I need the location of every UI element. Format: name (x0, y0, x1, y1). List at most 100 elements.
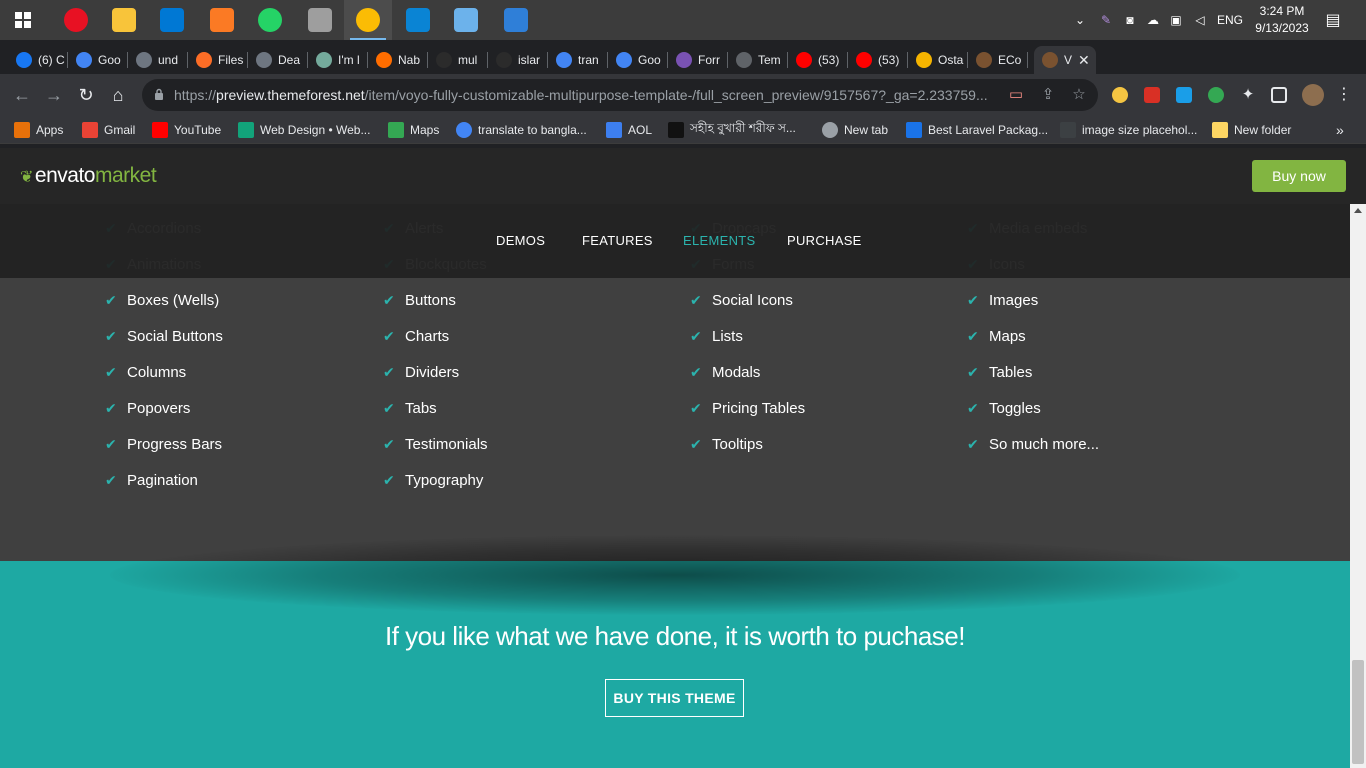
clock[interactable]: 3:24 PM 9/13/2023 (1250, 3, 1314, 37)
menu-dots-icon[interactable]: ⋮ (1336, 87, 1352, 103)
more-bookmarks-icon[interactable]: » (1336, 122, 1344, 138)
bookmark-item[interactable]: Web Design • Web... (238, 122, 370, 138)
language-indicator[interactable]: ENG (1214, 0, 1246, 40)
browser-tab[interactable]: Forr (668, 46, 728, 74)
bookmark-star-icon[interactable]: ☆ (1071, 87, 1087, 103)
nav-demos[interactable]: DEMOS (496, 233, 545, 248)
back-button[interactable]: ← (10, 83, 34, 107)
browser-tab[interactable]: I'm l (308, 46, 368, 74)
browser-tab[interactable]: ECo (968, 46, 1028, 74)
home-button[interactable]: ⌂ (106, 83, 130, 107)
chevron-up-icon[interactable]: ⌄ (1070, 0, 1090, 40)
youtube-icon (152, 122, 168, 138)
bookmark-item[interactable]: Best Laravel Packag... (906, 122, 1048, 138)
browser-tab[interactable]: (53) (848, 46, 908, 74)
browser-tab[interactable]: Osta (908, 46, 968, 74)
browser-tab[interactable]: tran (548, 46, 608, 74)
close-tab-icon[interactable]: ✕ (1078, 52, 1090, 69)
taskbar-app-store[interactable] (148, 0, 196, 40)
bookmark-item[interactable]: image size placehol... (1060, 122, 1197, 138)
nav-purchase[interactable]: PURCHASE (787, 233, 862, 248)
folder-icon (1212, 122, 1228, 138)
cloud-icon[interactable]: ☁ (1143, 0, 1163, 40)
element-list-item: ✔ So much more... (967, 434, 1099, 454)
start-button[interactable] (0, 0, 46, 40)
dark-icon (496, 52, 512, 68)
browser-tab[interactable]: Nab (368, 46, 428, 74)
extension-icon[interactable] (1144, 87, 1160, 103)
buy-this-theme-button[interactable]: BUY THIS THEME (605, 679, 744, 717)
bookmark-item[interactable]: New tab (822, 122, 888, 138)
element-list-item: ✔ Toggles (967, 398, 1041, 418)
bookmark-item[interactable]: Gmail (82, 122, 135, 138)
browser-tab[interactable]: V ✕ (1034, 46, 1096, 74)
element-label: Maps (989, 327, 1026, 345)
element-label: Testimonials (405, 435, 488, 453)
bookmark-item[interactable]: translate to bangla... (456, 122, 587, 138)
bookmark-item[interactable]: New folder (1212, 122, 1291, 138)
taskbar-app-photos[interactable] (492, 0, 540, 40)
browser-tab[interactable]: Tem (728, 46, 788, 74)
bootstrap-icon (676, 52, 692, 68)
extension-icon[interactable] (1112, 87, 1128, 103)
extension-icon[interactable] (1176, 87, 1192, 103)
browser-tab[interactable]: mul (428, 46, 488, 74)
envato-market-logo[interactable]: ❦envatomarket (20, 164, 157, 188)
bookmark-item[interactable]: Apps (14, 122, 63, 138)
browser-tab[interactable]: (53) (788, 46, 848, 74)
taskbar-app-printer[interactable] (296, 0, 344, 40)
element-label: Dividers (405, 363, 460, 381)
bookmark-item[interactable]: AOL (606, 122, 652, 138)
profile-avatar[interactable] (1302, 84, 1324, 106)
extension-icon[interactable] (1208, 87, 1224, 103)
bookmark-label: translate to bangla... (478, 123, 587, 137)
logo-accent: market (94, 164, 157, 187)
browser-tab[interactable]: (6) C (8, 46, 68, 74)
camera-icon[interactable]: ◙ (1120, 0, 1140, 40)
bookmark-label: New folder (1234, 123, 1292, 137)
browser-tab[interactable]: und (128, 46, 188, 74)
notifications-icon[interactable]: ▤ (1320, 0, 1346, 40)
taskbar-app-whatsapp[interactable] (246, 0, 294, 40)
buy-now-button[interactable]: Buy now (1252, 160, 1346, 192)
pen-icon[interactable]: ✎ (1096, 0, 1116, 40)
blocked-popup-icon[interactable]: ▭ (1008, 87, 1024, 103)
share-icon[interactable]: ⇪ (1040, 87, 1056, 103)
element-label: Modals (712, 363, 761, 381)
taskbar-app-record[interactable] (52, 0, 100, 40)
bookmark-item[interactable]: সহীহ বুখারী শরীফ স... (668, 121, 796, 138)
browser-tab[interactable]: Dea (248, 46, 308, 74)
taskbar-app-vscode[interactable] (394, 0, 442, 40)
side-panel-icon[interactable] (1271, 87, 1287, 103)
browser-tab[interactable]: Goo (68, 46, 128, 74)
taskbar-app-notepad[interactable] (442, 0, 490, 40)
network-icon[interactable]: ▣ (1166, 0, 1186, 40)
checkmark-icon: ✔ (383, 363, 395, 380)
tab-separator (1027, 52, 1028, 68)
ostad-icon (916, 52, 932, 68)
browser-tab[interactable]: islar (488, 46, 548, 74)
nav-elements[interactable]: ELEMENTS (683, 233, 755, 248)
browser-tab[interactable]: Goo (608, 46, 668, 74)
address-bar[interactable]: https://preview.themeforest.net/item/voy… (142, 79, 1098, 111)
taskbar-app-chrome[interactable] (344, 0, 392, 40)
puzzle-extensions-icon[interactable]: ✦ (1240, 87, 1256, 103)
store-icon (160, 8, 184, 32)
browser-tab[interactable]: Files (188, 46, 248, 74)
taskbar-app-xampp[interactable] (198, 0, 246, 40)
scroll-up-arrow[interactable] (1354, 208, 1362, 213)
bookmark-item[interactable]: YouTube (152, 122, 221, 138)
element-list-item: ✔ Lists (690, 326, 743, 346)
volume-muted-icon[interactable]: ◁ (1190, 0, 1210, 40)
youtube-icon (856, 52, 872, 68)
element-label: Charts (405, 327, 450, 345)
scrollbar-thumb[interactable] (1352, 660, 1364, 764)
page-scrollbar[interactable] (1350, 204, 1366, 768)
bookmark-item[interactable]: Maps (388, 122, 439, 138)
reload-button[interactable]: ↻ (74, 83, 98, 107)
tab-title: (6) C (38, 53, 65, 67)
taskbar-app-folder[interactable] (100, 0, 148, 40)
nav-features[interactable]: FEATURES (582, 233, 653, 248)
webdesign-icon (238, 122, 254, 138)
forward-button[interactable]: → (42, 83, 66, 107)
